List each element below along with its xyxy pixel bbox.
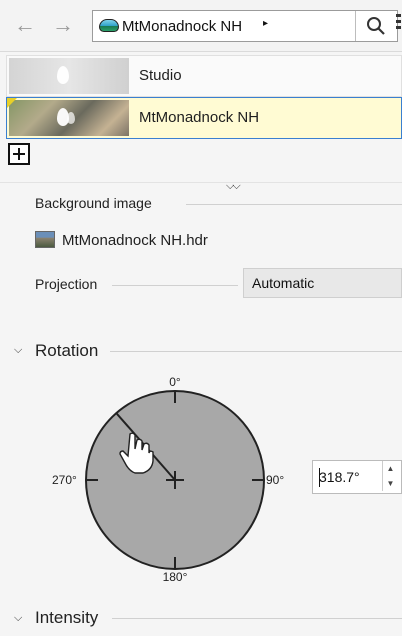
drop-icon bbox=[57, 66, 69, 84]
drop-icon bbox=[67, 112, 75, 124]
divider bbox=[110, 351, 402, 352]
projection-dropdown[interactable]: Automatic bbox=[243, 268, 402, 298]
divider bbox=[112, 618, 402, 619]
hdr-image-icon bbox=[35, 231, 55, 248]
tick-label-90: 90° bbox=[266, 473, 284, 487]
environment-thumbnail bbox=[9, 58, 129, 94]
chevron-down-icon[interactable]: ⌵ bbox=[14, 344, 22, 357]
environment-label: Studio bbox=[139, 67, 182, 84]
forward-arrow-icon[interactable]: → bbox=[52, 14, 74, 36]
environment-label: MtMonadnock NH bbox=[139, 109, 260, 126]
add-environment-button[interactable] bbox=[8, 143, 30, 165]
environment-thumbnail bbox=[9, 100, 129, 136]
environment-globe-icon bbox=[99, 19, 119, 32]
breadcrumb-separator bbox=[355, 11, 356, 41]
background-image-file[interactable]: MtMonadnock NH.hdr bbox=[62, 232, 208, 249]
projection-value: Automatic bbox=[252, 275, 315, 291]
background-image-label: Background image bbox=[35, 195, 152, 211]
tick-label-0: 0° bbox=[169, 375, 181, 389]
increment-icon[interactable]: ▲ bbox=[383, 461, 398, 476]
breadcrumb-caret-icon[interactable]: ▸ bbox=[263, 18, 268, 29]
search-icon[interactable] bbox=[365, 15, 387, 37]
intensity-section-title[interactable]: Intensity bbox=[35, 608, 98, 628]
current-marker-icon bbox=[7, 98, 17, 108]
menu-icon[interactable] bbox=[396, 14, 402, 34]
projection-label: Projection bbox=[35, 276, 98, 292]
chevron-down-icon[interactable]: ⌵ bbox=[14, 612, 22, 625]
tick-label-270: 270° bbox=[52, 473, 77, 487]
expand-more-icon[interactable]: ⌵⌵ bbox=[226, 180, 241, 193]
environment-item-studio[interactable]: Studio bbox=[6, 55, 402, 97]
divider bbox=[186, 204, 402, 205]
breadcrumb-label: MtMonadnock NH bbox=[122, 18, 243, 35]
tick-label-180: 180° bbox=[163, 570, 188, 584]
decrement-icon[interactable]: ▼ bbox=[383, 476, 398, 491]
divider bbox=[0, 182, 402, 183]
angle-spinner[interactable]: ▲ ▼ bbox=[382, 461, 398, 491]
divider bbox=[112, 285, 238, 286]
breadcrumb[interactable]: MtMonadnock NH ▸ bbox=[92, 10, 398, 42]
environment-item-mtmonadnock[interactable]: MtMonadnock NH bbox=[6, 97, 402, 139]
rotation-angle-value: 318.7° bbox=[319, 469, 360, 485]
rotation-section-title[interactable]: Rotation bbox=[35, 341, 98, 361]
back-arrow-icon[interactable]: ← bbox=[14, 14, 36, 36]
navigation-bar: ← → MtMonadnock NH ▸ bbox=[0, 0, 402, 52]
